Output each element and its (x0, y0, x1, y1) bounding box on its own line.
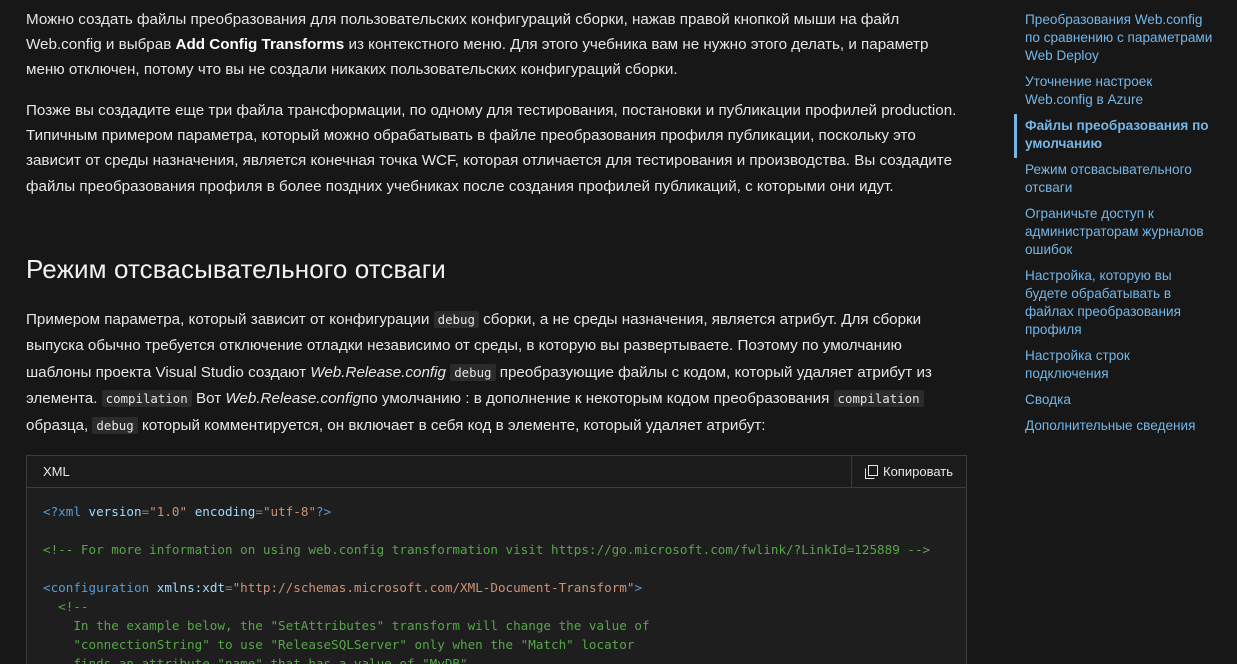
code-token: ?> (316, 504, 332, 519)
code-token: > (634, 580, 643, 595)
code-token: <? (43, 504, 59, 519)
docs-page: Можно создать файлы преобразования для п… (0, 0, 1237, 664)
code-token: "1.0" (149, 504, 188, 519)
code-line: "connectionString" to use "ReleaseSQLSer… (43, 637, 635, 652)
inline-code: debug (92, 416, 138, 434)
code-token: < (43, 580, 51, 595)
toc-item-summary[interactable]: Сводка (1014, 388, 1214, 414)
paragraph-profile-transforms: Позже вы создадите еще три файла трансфо… (26, 102, 957, 195)
code-line: In the example below, the "SetAttributes… (43, 618, 650, 633)
code-block-header: XML Копировать (27, 456, 966, 488)
toc-item-debug-mode[interactable]: Режим отсвасывательного отсваги (1014, 158, 1214, 202)
menu-item-name: Add Config Transforms (175, 36, 345, 54)
copy-icon (865, 464, 878, 479)
code-language-label: XML (43, 464, 70, 479)
inline-code: debug (433, 311, 479, 328)
code-line: finds an attribute "name" that has a val… (43, 656, 476, 664)
copy-button-label: Копировать (883, 464, 953, 479)
text: образца, (26, 416, 93, 434)
inline-code: debug (450, 363, 496, 381)
toc-item-azure-settings[interactable]: Уточнение настроек Web.config в Azure (1014, 70, 1214, 114)
copy-button[interactable]: Копировать (851, 456, 966, 487)
text: по умолчанию : в дополнение к некоторым … (361, 390, 834, 408)
inline-code: compilation (833, 390, 924, 408)
toc-item-default-transforms[interactable]: Файлы преобразования по умолчанию (1014, 114, 1214, 158)
code-token: = (255, 504, 263, 519)
file-name: Web.Release.config (225, 390, 362, 408)
section-heading: Режим отсвасывательного отсваги (26, 254, 446, 284)
text: Вот (191, 390, 226, 408)
paragraph-transforms-custom: Можно создать файлы преобразования для п… (26, 7, 967, 83)
code-token: xmlns:xdt (149, 580, 225, 595)
toc-item-restrict-elmah[interactable]: Ограничьте доступ к администраторам журн… (1014, 202, 1214, 264)
inline-code: compilation (101, 390, 192, 408)
text: Примером параметра, который зависит от к… (26, 311, 434, 328)
text: который комментируется, он включает в се… (137, 416, 766, 434)
code-line: <!-- (43, 599, 89, 614)
toc-item-webconfig-vs-webdeploy[interactable]: Преобразования Web.config по сравнению с… (1014, 8, 1214, 70)
code-line: <configuration xmlns:xdt="http://schemas… (43, 580, 642, 595)
file-name: Web.Release.config (310, 363, 446, 381)
code-token: "utf-8" (262, 504, 317, 519)
code-line: <?xml version="1.0" encoding="utf-8"?> (43, 504, 331, 519)
code-token: version (80, 504, 142, 519)
code-token: = (225, 580, 233, 595)
toc-item-profile-transform-setting[interactable]: Настройка, которую вы будете обрабатыват… (1014, 264, 1214, 344)
code-content: <?xml version="1.0" encoding="utf-8"?> <… (27, 488, 966, 664)
code-line: <!-- For more information on using web.c… (43, 542, 931, 557)
paragraph-debug-attribute: Примером параметра, который зависит от к… (26, 307, 967, 439)
table-of-contents: Преобразования Web.config по сравнению с… (1014, 8, 1214, 440)
toc-item-more-info[interactable]: Дополнительные сведения (1014, 414, 1214, 440)
code-token: configuration (50, 580, 150, 595)
code-block: XML Копировать <?xml version = "1.0" encod… (26, 455, 967, 664)
code-token: xml (58, 504, 81, 519)
code-token: encoding (187, 504, 256, 519)
toc-item-connection-strings[interactable]: Настройка строк подключения (1014, 344, 1214, 388)
code-token: "http://schemas.microsoft.com/XML-Docume… (232, 580, 635, 595)
